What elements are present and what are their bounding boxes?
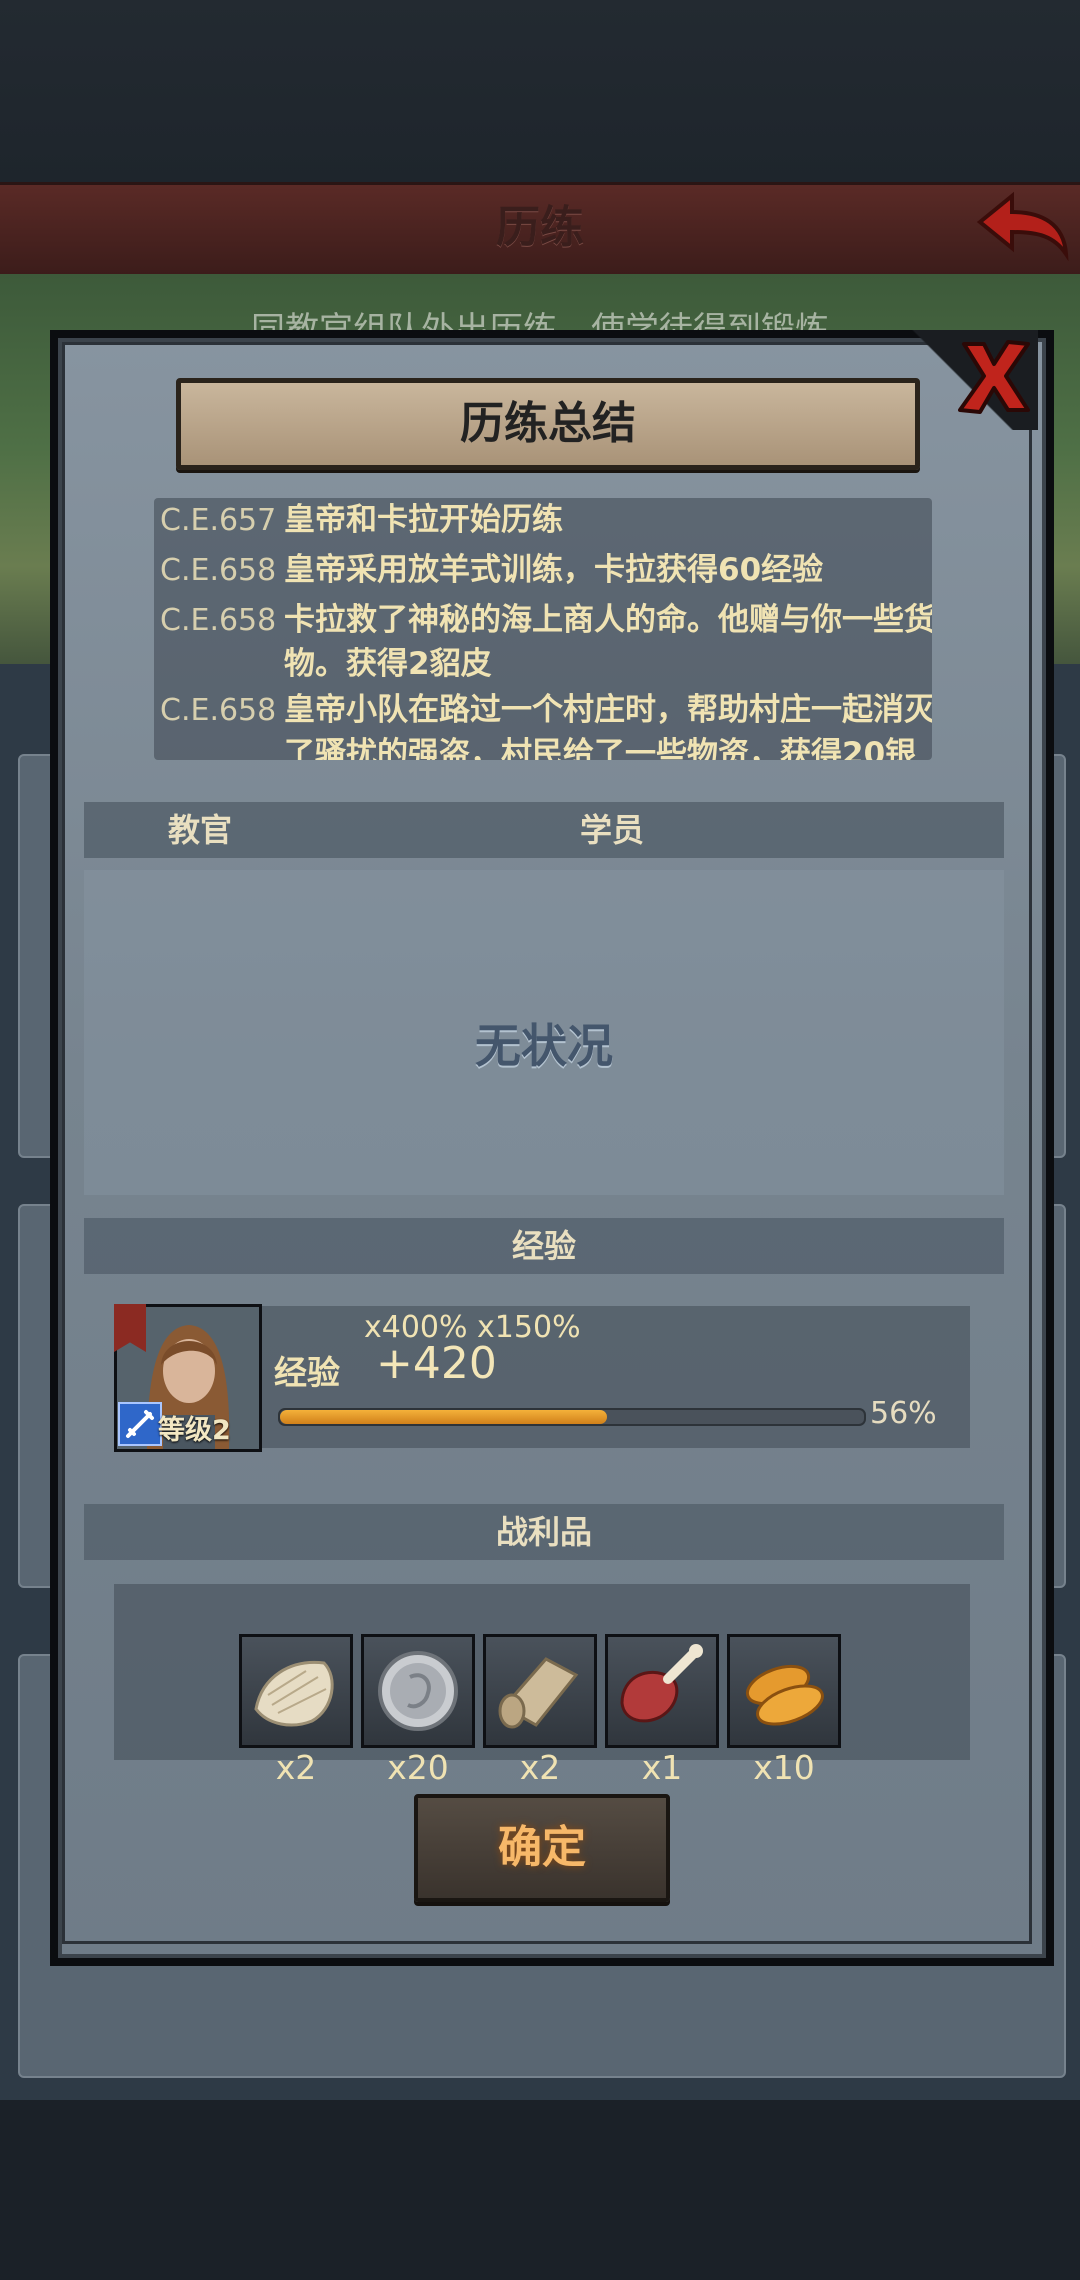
log-entry: C.E.658 皇帝采用放羊式训练，卡拉获得60经验 — [160, 548, 823, 593]
event-log[interactable]: C.E.657 皇帝和卡拉开始历练 C.E.658 皇帝采用放羊式训练，卡拉获得60… — [154, 498, 932, 760]
log-date: C.E.657 — [160, 503, 277, 538]
log-entry: C.E.658 皇帝小队在路过一个村庄时，帮助村庄一起消灭 — [160, 688, 932, 733]
log-text: 皇帝和卡拉开始历练 — [284, 502, 563, 538]
back-arrow-icon[interactable] — [972, 188, 1072, 264]
log-date: C.E.658 — [160, 603, 277, 638]
loot-count: x10 — [753, 1748, 815, 1787]
log-date: C.E.658 — [160, 553, 277, 588]
bottom-area — [0, 2100, 1080, 2280]
log-entry: 了骚扰的强盗，村民给了一些物资，获得20银 — [160, 732, 916, 760]
experience-label: 经验 — [274, 1353, 340, 1392]
fur-icon — [254, 1660, 334, 1727]
loot-count: x2 — [519, 1748, 561, 1787]
loot-item-fur[interactable] — [239, 1634, 353, 1748]
bread-icon — [745, 1664, 824, 1726]
log-entry: C.E.658 卡拉救了神秘的海上商人的命。他赠与你一些货 — [160, 598, 932, 643]
loot-count: x1 — [641, 1748, 683, 1787]
loot-item-meat[interactable] — [605, 1634, 719, 1748]
experience-progress-fill — [280, 1410, 607, 1424]
loot-section-title: 战利品 — [495, 1513, 592, 1551]
loot-item-bread[interactable] — [727, 1634, 841, 1748]
loot-count: x2 — [275, 1748, 317, 1787]
meat-leg-icon — [620, 1644, 703, 1723]
top-bar — [0, 0, 1080, 182]
cloth-roll-icon — [498, 1657, 579, 1729]
silver-coin-icon — [378, 1651, 458, 1731]
tab-student[interactable]: 学员 — [580, 802, 644, 858]
confirm-button-label[interactable]: 确定 — [414, 1794, 670, 1902]
tab-coach[interactable]: 教官 — [168, 802, 232, 858]
log-entry: C.E.657 皇帝和卡拉开始历练 — [160, 498, 563, 543]
experience-section-title: 经验 — [511, 1227, 576, 1265]
screen-title: 历练 — [496, 202, 584, 253]
loot-item-cloth[interactable] — [483, 1634, 597, 1748]
experience-gain: +420 — [376, 1338, 497, 1389]
character-level: 等级2 — [158, 1415, 231, 1446]
dialog-title: 历练总结 — [460, 398, 636, 449]
log-date: C.E.658 — [160, 693, 277, 728]
log-text: 卡拉救了神秘的海上商人的命。他赠与你一些货 — [284, 602, 932, 638]
experience-progress-percent: 56% — [870, 1396, 937, 1431]
sword-icon — [118, 1402, 162, 1446]
close-icon[interactable] — [952, 334, 1036, 418]
log-entry: 物。获得2貂皮 — [160, 642, 492, 686]
loot-item-silver[interactable] — [361, 1634, 475, 1748]
loot-count: x20 — [387, 1748, 449, 1787]
log-text: 皇帝小队在路过一个村庄时，帮助村庄一起消灭 — [284, 692, 932, 728]
log-text: 了骚扰的强盗，村民给了一些物资，获得20银 — [284, 736, 917, 760]
log-text: 物。获得2貂皮 — [284, 646, 492, 682]
status-text: 无状况 — [475, 1019, 613, 1073]
log-text: 皇帝采用放羊式训练，卡拉获得60经验 — [284, 552, 824, 588]
